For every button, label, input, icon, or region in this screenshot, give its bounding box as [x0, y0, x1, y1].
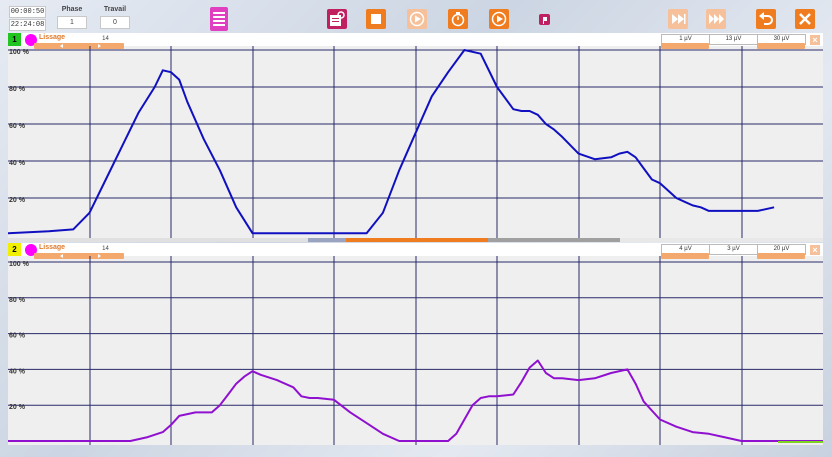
- timer-icon[interactable]: [448, 9, 468, 29]
- series-line: [8, 49, 775, 235]
- notes-icon[interactable]: [210, 7, 228, 31]
- channel-header-1: 1 Lissage 14 1 µV 13 µV 30 µV ×: [8, 33, 823, 49]
- channel-panel-1: 1 Lissage 14 1 µV 13 µV 30 µV × 100 % 80 …: [8, 33, 823, 239]
- emg-chart-1: 100 % 80 % 60 % 40 % 20 %: [8, 46, 823, 239]
- fast-forward-button[interactable]: [706, 9, 726, 29]
- undo-button[interactable]: [756, 9, 776, 29]
- scale-step-field[interactable]: 3 µV: [709, 244, 758, 255]
- time-display: 00:00:50 22:24:08: [9, 6, 46, 31]
- phase-label: Phase: [61, 6, 83, 13]
- close-channel-icon[interactable]: ×: [810, 245, 820, 255]
- channel-number: 1: [8, 33, 21, 46]
- phase-field: Phase 1: [57, 6, 87, 29]
- channel-number: 2: [8, 243, 21, 256]
- y-tick-label: 100 %: [9, 49, 30, 56]
- toolbar: 00:00:50 22:24:08 Phase 1 Travail 0: [0, 0, 832, 33]
- report-export-icon[interactable]: [327, 9, 347, 29]
- y-tick-label: 80 %: [9, 86, 26, 93]
- y-tick-label: 100 %: [9, 261, 30, 268]
- stop-button[interactable]: [366, 9, 386, 29]
- y-tick-label: 20 %: [9, 197, 26, 204]
- skip-next-button[interactable]: [668, 9, 688, 29]
- y-tick-label: 40 %: [9, 160, 26, 167]
- clock-time: 22:24:08: [9, 19, 46, 31]
- y-tick-label: 40 %: [9, 368, 26, 375]
- elapsed-time: 00:00:50: [9, 6, 46, 18]
- play-circle-button[interactable]: [489, 9, 509, 29]
- y-tick-label: 80 %: [9, 297, 26, 304]
- phase-value[interactable]: 1: [57, 16, 87, 29]
- lissage-label: Lissage: [39, 244, 66, 251]
- close-button[interactable]: [795, 9, 815, 29]
- scale-step-field[interactable]: 13 µV: [709, 34, 758, 45]
- play-button[interactable]: [407, 9, 427, 29]
- lissage-label: Lissage: [39, 34, 66, 41]
- y-tick-label: 60 %: [9, 333, 26, 340]
- marker-icon[interactable]: [539, 14, 550, 25]
- y-tick-label: 60 %: [9, 123, 26, 130]
- emg-chart-2: 100 % 80 % 60 % 40 % 20 %: [8, 256, 823, 445]
- close-channel-icon[interactable]: ×: [810, 35, 820, 45]
- travail-value[interactable]: 0: [100, 16, 130, 29]
- travail-label: Travail: [103, 6, 127, 13]
- channel-header-2: 2 Lissage 14 4 µV 3 µV 20 µV ×: [8, 243, 823, 259]
- y-tick-label: 20 %: [9, 404, 26, 411]
- travail-field: Travail 0: [100, 6, 130, 29]
- channel-panel-2: 2 Lissage 14 4 µV 3 µV 20 µV × 100 % 80 %…: [8, 243, 823, 445]
